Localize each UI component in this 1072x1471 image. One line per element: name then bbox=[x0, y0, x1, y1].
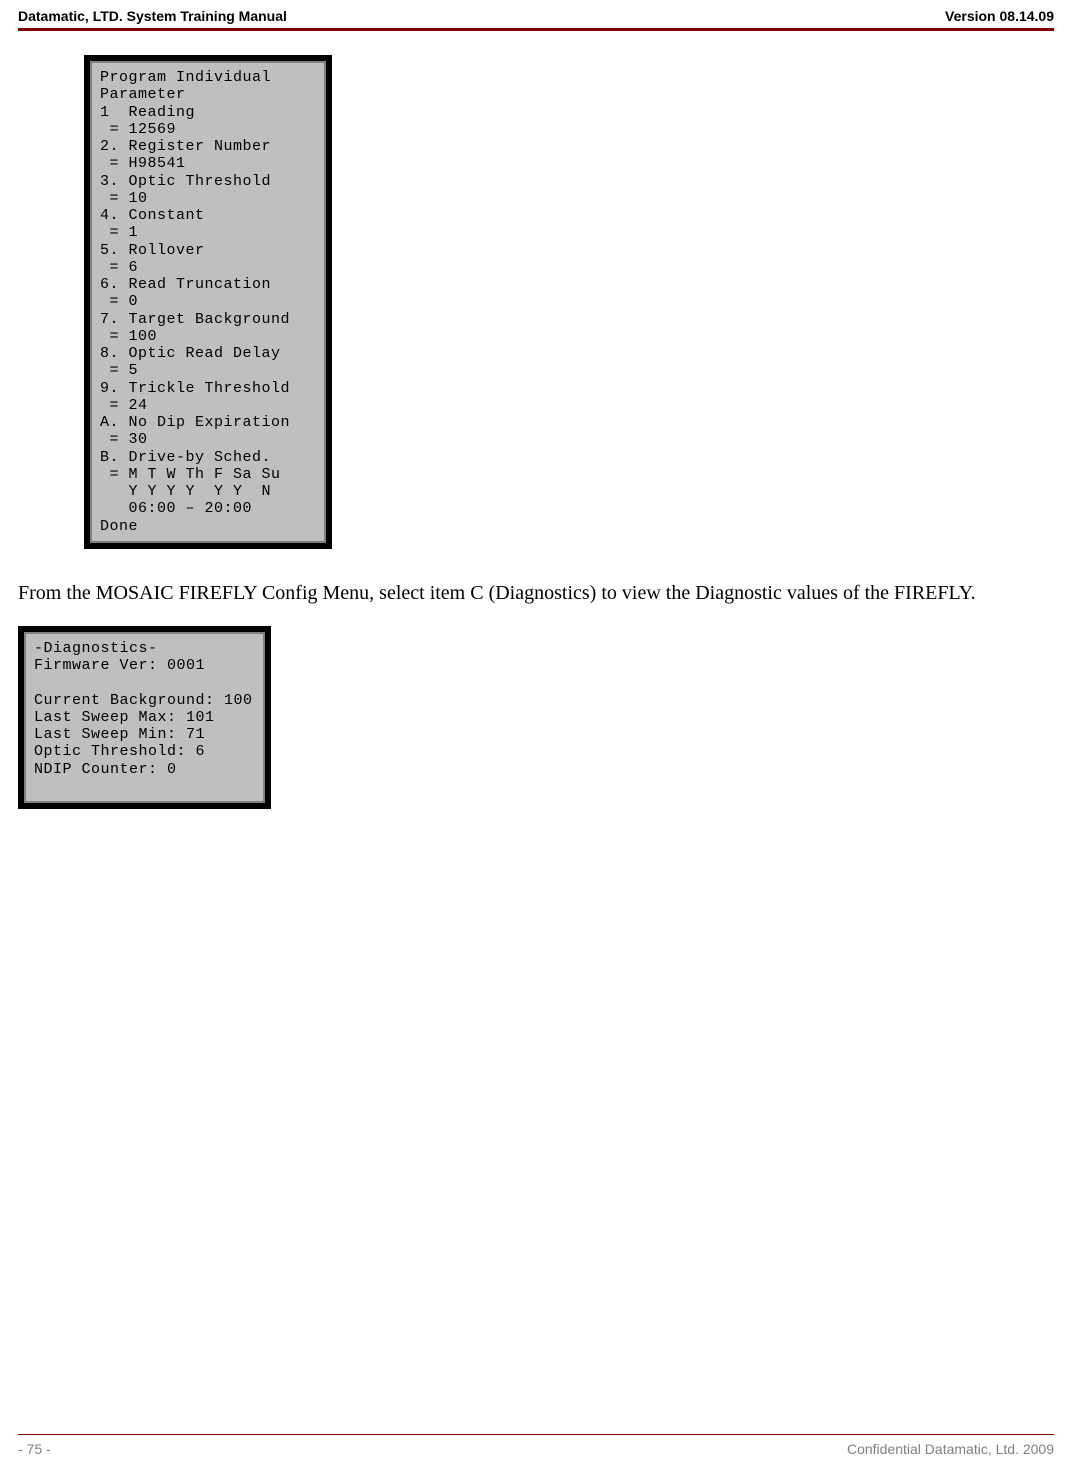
config-screen-box: Program Individual Parameter 1 Reading =… bbox=[84, 55, 332, 549]
diagnostics-screen: -Diagnostics- Firmware Ver: 0001 Current… bbox=[24, 632, 265, 803]
config-sched-flags: Y Y Y Y Y Y N bbox=[100, 483, 271, 500]
config-item-label: 3. Optic Threshold bbox=[100, 173, 271, 190]
config-item-value: = 30 bbox=[100, 431, 148, 448]
page-footer: - 75 - Confidential Datamatic, Ltd. 2009 bbox=[18, 1434, 1054, 1457]
config-item-label: 7. Target Background bbox=[100, 311, 290, 328]
header-left: Datamatic, LTD. System Training Manual bbox=[18, 8, 287, 24]
config-item-label: B. Drive-by Sched. bbox=[100, 449, 271, 466]
diag-title: -Diagnostics- bbox=[34, 640, 158, 657]
config-item-value: = 0 bbox=[100, 293, 138, 310]
footer-confidential: Confidential Datamatic, Ltd. 2009 bbox=[847, 1441, 1054, 1457]
config-item-value: = 100 bbox=[100, 328, 157, 345]
footer-rule bbox=[18, 1434, 1054, 1435]
diagnostics-screen-box: -Diagnostics- Firmware Ver: 0001 Current… bbox=[18, 626, 271, 809]
body-paragraph: From the MOSAIC FIREFLY Config Menu, sel… bbox=[18, 579, 1054, 608]
diag-line: Last Sweep Max: 101 bbox=[34, 709, 215, 726]
config-item-label: 6. Read Truncation bbox=[100, 276, 271, 293]
config-item-value: = H98541 bbox=[100, 155, 186, 172]
diag-line: Firmware Ver: 0001 bbox=[34, 657, 205, 674]
diag-line: Current Background: 100 bbox=[34, 692, 253, 709]
diag-line: Last Sweep Min: 71 bbox=[34, 726, 205, 743]
config-item-value: = 10 bbox=[100, 190, 148, 207]
config-item-value: = 1 bbox=[100, 224, 138, 241]
config-done: Done bbox=[100, 518, 138, 535]
config-item-label: A. No Dip Expiration bbox=[100, 414, 290, 431]
config-item-label: 9. Trickle Threshold bbox=[100, 380, 290, 397]
diag-line: Optic Threshold: 6 bbox=[34, 743, 205, 760]
config-item-label: 4. Constant bbox=[100, 207, 205, 224]
config-item-label: 1 Reading bbox=[100, 104, 195, 121]
config-sched-time: 06:00 – 20:00 bbox=[100, 500, 252, 517]
config-screen: Program Individual Parameter 1 Reading =… bbox=[90, 61, 326, 543]
header-right: Version 08.14.09 bbox=[945, 8, 1054, 24]
page-header: Datamatic, LTD. System Training Manual V… bbox=[18, 0, 1054, 28]
header-rule bbox=[18, 28, 1054, 31]
config-item-label: 2. Register Number bbox=[100, 138, 271, 155]
config-item-value: = 6 bbox=[100, 259, 138, 276]
config-item-value: = 24 bbox=[100, 397, 148, 414]
diag-line: NDIP Counter: 0 bbox=[34, 761, 177, 778]
config-subtitle: Parameter bbox=[100, 86, 186, 103]
config-item-value: = 12569 bbox=[100, 121, 176, 138]
config-item-label: 8. Optic Read Delay bbox=[100, 345, 281, 362]
config-title: Program Individual bbox=[100, 69, 271, 86]
config-item-value: = 5 bbox=[100, 362, 138, 379]
footer-page-number: - 75 - bbox=[18, 1441, 51, 1457]
config-item-value: = M T W Th F Sa Su bbox=[100, 466, 281, 483]
config-item-label: 5. Rollover bbox=[100, 242, 205, 259]
